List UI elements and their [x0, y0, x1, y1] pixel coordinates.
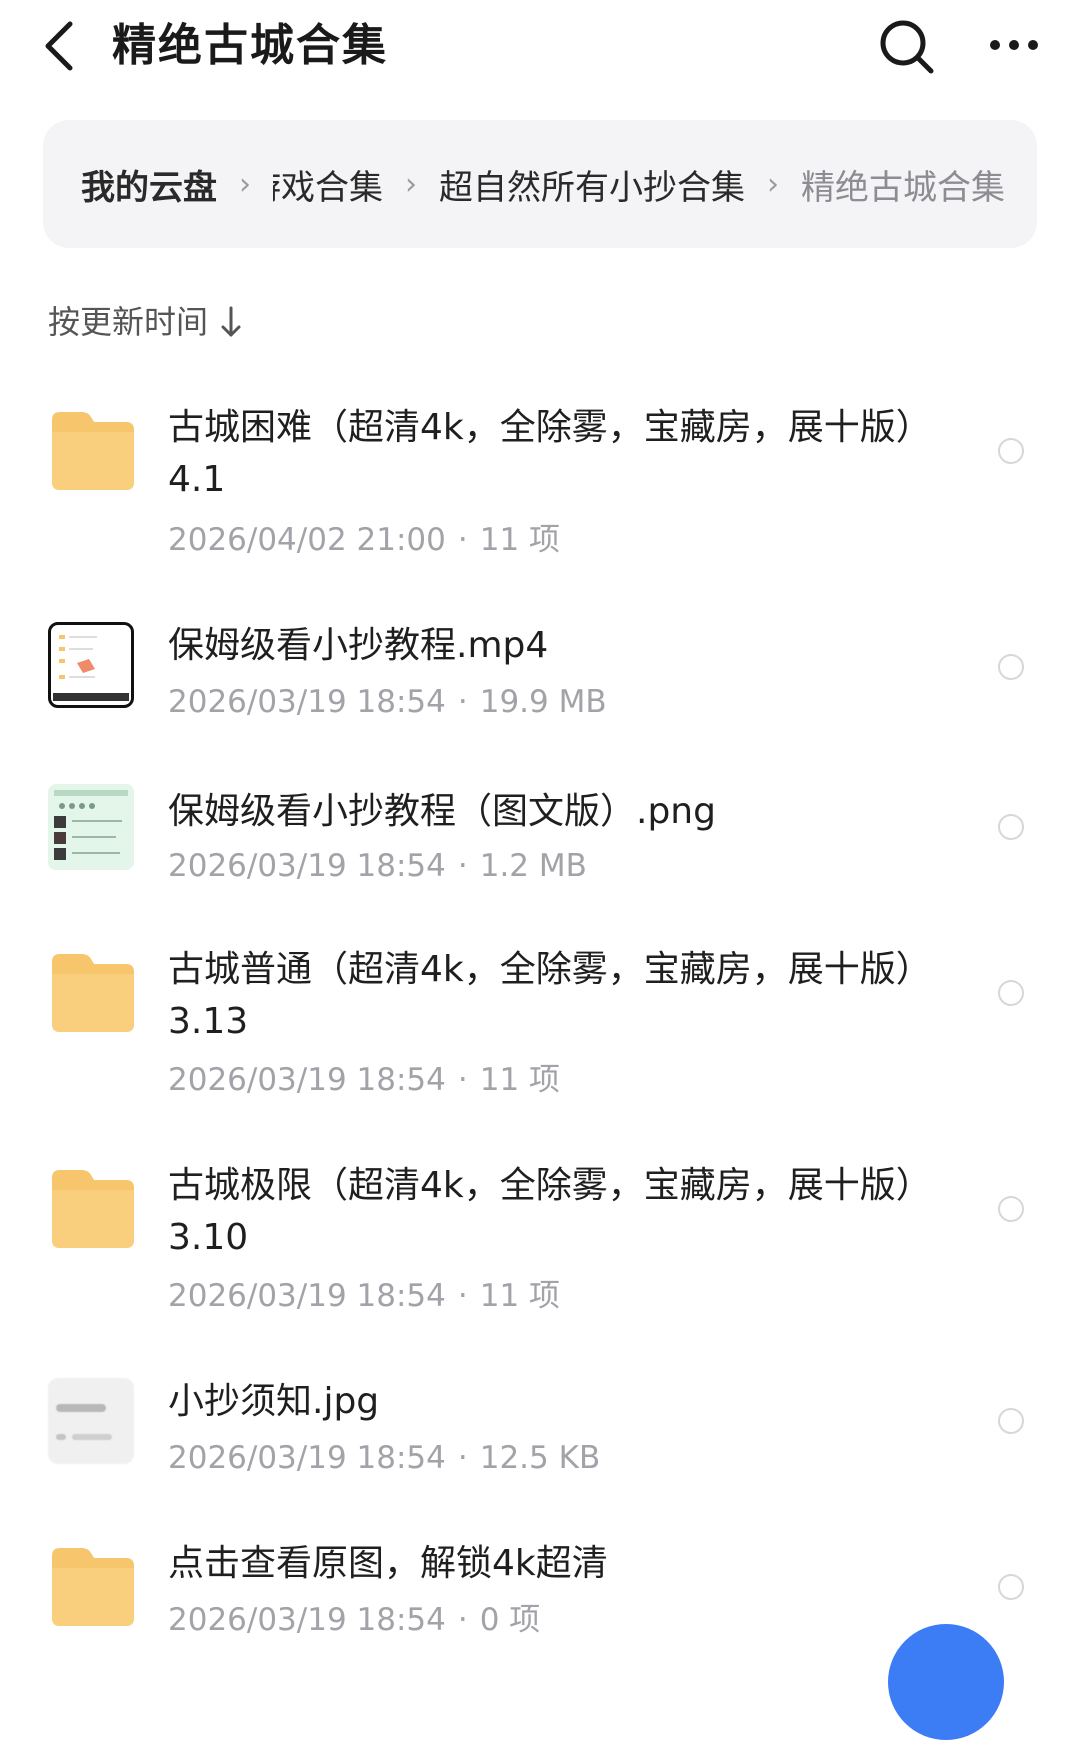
- file-name: 古城极限（超清4k，全除雾，宝藏房，展十版）3.10: [168, 1165, 914, 1258]
- meta-separator: ·: [457, 684, 468, 720]
- file-meta: 2026/03/19 18:54 · 12.5 KB: [168, 1436, 600, 1480]
- file-meta: 2026/04/02 21:00 · 11 项: [168, 518, 560, 562]
- meta-separator: ·: [457, 1440, 468, 1476]
- folder-icon: [52, 954, 134, 1032]
- select-radio[interactable]: [998, 814, 1024, 840]
- file-name: 点击查看原图，解锁4k超清: [168, 1543, 608, 1584]
- file-name: 保姆级看小抄教程.mp4: [168, 625, 549, 666]
- meta-separator: ·: [457, 1602, 468, 1638]
- file-info: 19.9 MB: [479, 684, 607, 720]
- select-radio[interactable]: [998, 654, 1024, 680]
- breadcrumb-item-supernatural[interactable]: 超自然所有小抄合集: [439, 160, 745, 209]
- list-item[interactable]: 保姆级看小抄教程.mp4 2026/03/19 18:54 · 19.9 MB: [0, 618, 1080, 738]
- breadcrumb: 我的云盘 › 游戏合集 › 超自然所有小抄合集 › 精绝古城合集: [43, 120, 1037, 248]
- file-date: 2026/03/19 18:54: [168, 1602, 446, 1638]
- file-meta: 2026/03/19 18:54 · 19.9 MB: [168, 680, 607, 724]
- file-info: 12.5 KB: [479, 1440, 601, 1476]
- sort-toggle[interactable]: 按更新时间: [48, 296, 242, 348]
- file-name: 古城普通（超清4k，全除雾，宝藏房，展十版）3.13: [168, 949, 914, 1042]
- floating-action-button[interactable]: [888, 1624, 1004, 1740]
- folder-icon: [52, 412, 134, 490]
- image-preview-icon: [54, 790, 128, 860]
- meta-separator: ·: [457, 1278, 468, 1314]
- file-meta: 2026/03/19 18:54 · 0 项: [168, 1598, 540, 1642]
- select-radio[interactable]: [998, 438, 1024, 464]
- meta-separator: ·: [457, 1062, 468, 1098]
- file-info: 11 项: [479, 1062, 561, 1098]
- file-name: 小抄须知.jpg: [168, 1381, 380, 1422]
- file-date: 2026/04/02 21:00: [168, 522, 446, 558]
- file-info: 11 项: [479, 1278, 561, 1314]
- list-item[interactable]: 古城困难（超清4k，全除雾，宝藏房，展十版）4.1 2026/04/02 21:…: [0, 390, 1080, 570]
- page-title: 精绝古城合集: [112, 20, 388, 71]
- list-item[interactable]: 保姆级看小抄教程（图文版）.png 2026/03/19 18:54 · 1.2 M…: [0, 780, 1080, 900]
- file-info: 1.2 MB: [479, 848, 587, 884]
- list-item[interactable]: 古城极限（超清4k，全除雾，宝藏房，展十版）3.10 2026/03/19 18…: [0, 1148, 1080, 1328]
- image-thumbnail: [48, 1378, 134, 1464]
- breadcrumb-separator: ›: [767, 166, 779, 202]
- video-thumbnail: [48, 622, 134, 708]
- sort-label: 按更新时间: [48, 303, 209, 341]
- breadcrumb-separator: ›: [239, 166, 251, 202]
- breadcrumb-separator: ›: [405, 166, 417, 202]
- file-date: 2026/03/19 18:54: [168, 1440, 446, 1476]
- file-name: 保姆级看小抄教程（图文版）.png: [168, 791, 716, 832]
- file-meta: 2026/03/19 18:54 · 11 项: [168, 1058, 560, 1102]
- select-radio[interactable]: [998, 1196, 1024, 1222]
- file-date: 2026/03/19 18:54: [168, 684, 446, 720]
- folder-icon: [52, 1548, 134, 1626]
- breadcrumb-item-current: 精绝古城合集: [801, 167, 1005, 208]
- breadcrumb-item-my-drive[interactable]: 我的云盘: [81, 160, 217, 209]
- search-icon[interactable]: [878, 18, 936, 76]
- meta-separator: ·: [457, 522, 468, 558]
- file-date: 2026/03/19 18:54: [168, 1278, 446, 1314]
- folder-icon: [52, 1170, 134, 1248]
- file-date: 2026/03/19 18:54: [168, 848, 446, 884]
- select-radio[interactable]: [998, 980, 1024, 1006]
- file-meta: 2026/03/19 18:54 · 1.2 MB: [168, 844, 587, 888]
- file-date: 2026/03/19 18:54: [168, 1062, 446, 1098]
- list-item[interactable]: 古城普通（超清4k，全除雾，宝藏房，展十版）3.13 2026/03/19 18…: [0, 932, 1080, 1112]
- meta-separator: ·: [457, 848, 468, 884]
- top-bar: 精绝古城合集: [0, 0, 1080, 100]
- select-radio[interactable]: [998, 1574, 1024, 1600]
- more-horizontal-icon[interactable]: [988, 30, 1040, 60]
- list-item[interactable]: 小抄须知.jpg 2026/03/19 18:54 · 12.5 KB: [0, 1372, 1080, 1492]
- chevron-left-icon[interactable]: [40, 18, 80, 74]
- image-preview-icon: [56, 1404, 112, 1440]
- image-thumbnail: [48, 784, 134, 870]
- video-preview-icon: [53, 635, 129, 701]
- arrow-down-icon: [221, 306, 241, 337]
- breadcrumb-item-games[interactable]: 游戏合集: [273, 160, 383, 209]
- file-info: 11 项: [479, 522, 561, 558]
- file-name: 古城困难（超清4k，全除雾，宝藏房，展十版）4.1: [168, 407, 914, 500]
- file-info: 0 项: [479, 1602, 541, 1638]
- file-meta: 2026/03/19 18:54 · 11 项: [168, 1274, 560, 1318]
- select-radio[interactable]: [998, 1408, 1024, 1434]
